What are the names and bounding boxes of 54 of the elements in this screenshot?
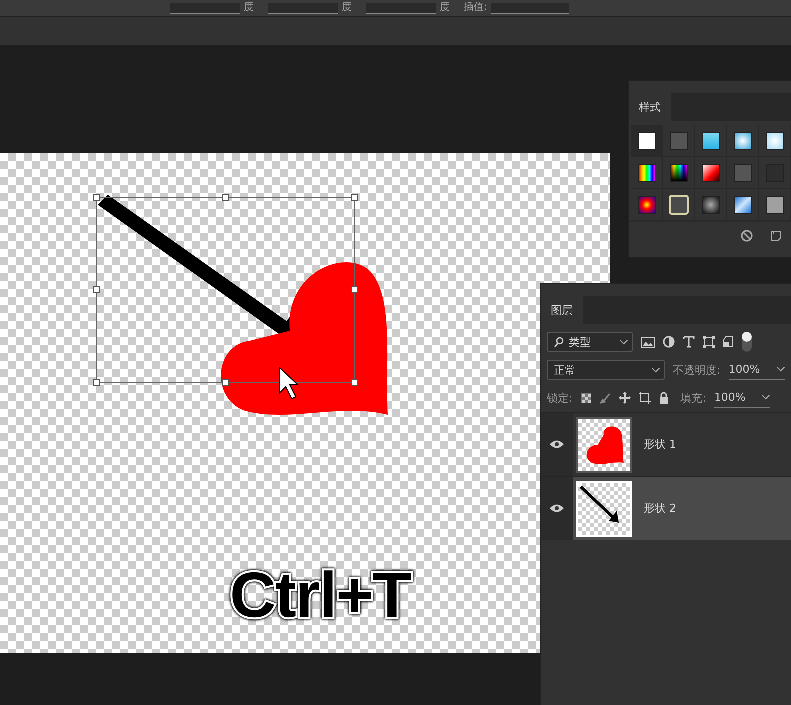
style-swatch[interactable] [670, 164, 688, 182]
style-swatch[interactable] [766, 132, 784, 150]
layer-name: 形状 1 [644, 437, 676, 452]
move-icon[interactable] [618, 392, 631, 404]
style-swatch[interactable] [670, 132, 688, 150]
cursor-icon [280, 366, 300, 400]
clear-style-icon[interactable] [741, 230, 753, 242]
angle-field[interactable] [366, 2, 436, 14]
adjustment-filter-icon[interactable] [663, 336, 675, 348]
lock-transparency-icon[interactable] [580, 392, 592, 404]
panel-tab[interactable]: 图层 [541, 296, 583, 324]
style-swatch[interactable] [766, 196, 784, 214]
style-swatch[interactable] [734, 132, 752, 150]
shape-filter-icon[interactable] [703, 336, 715, 348]
caret-icon[interactable] [776, 367, 785, 372]
blend-mode-select[interactable]: 正常 [547, 360, 665, 380]
filter-toggle[interactable] [742, 332, 752, 352]
style-swatch[interactable] [734, 164, 752, 182]
lock-label: 锁定: [547, 390, 573, 406]
shortcut-annotation: Ctrl+T [230, 558, 411, 632]
smart-object-filter-icon[interactable] [723, 336, 734, 348]
unit-label: 度 [440, 2, 450, 14]
unit-label: 度 [342, 2, 352, 14]
option-label: 插值: [464, 2, 488, 14]
opacity-field[interactable]: 100% [728, 360, 785, 380]
caret-icon[interactable] [652, 368, 660, 372]
fill-label: 填充: [680, 390, 706, 406]
caret-icon[interactable] [762, 395, 770, 400]
layer-name: 形状 2 [644, 501, 676, 516]
style-swatch[interactable] [702, 164, 720, 182]
filter-select[interactable]: 类型 [547, 332, 633, 352]
search-icon [554, 336, 564, 348]
style-swatch[interactable] [638, 164, 656, 182]
image-filter-icon[interactable] [641, 336, 655, 348]
unit-label: 度 [244, 2, 254, 14]
eye-icon[interactable] [550, 440, 564, 449]
layer-row[interactable]: 形状 1 [541, 412, 791, 476]
interpolation-select[interactable] [491, 2, 570, 14]
fill-field[interactable]: 100% [714, 388, 770, 408]
style-swatch[interactable] [702, 196, 720, 214]
style-swatch[interactable] [638, 132, 656, 150]
style-swatch[interactable] [638, 196, 656, 214]
eye-icon[interactable] [550, 504, 564, 513]
angle-field[interactable] [268, 2, 338, 14]
opacity-label: 不透明度: [673, 362, 721, 378]
layer-row[interactable]: 形状 2 [541, 476, 791, 540]
new-style-icon[interactable] [771, 230, 782, 242]
lock-icon[interactable] [658, 392, 669, 404]
angle-field[interactable] [170, 2, 240, 14]
style-swatch[interactable] [702, 132, 720, 150]
caret-icon[interactable] [620, 340, 628, 344]
panel-tab[interactable]: 样式 [629, 93, 671, 121]
type-filter-icon[interactable] [683, 336, 695, 348]
style-swatch[interactable] [734, 196, 752, 214]
